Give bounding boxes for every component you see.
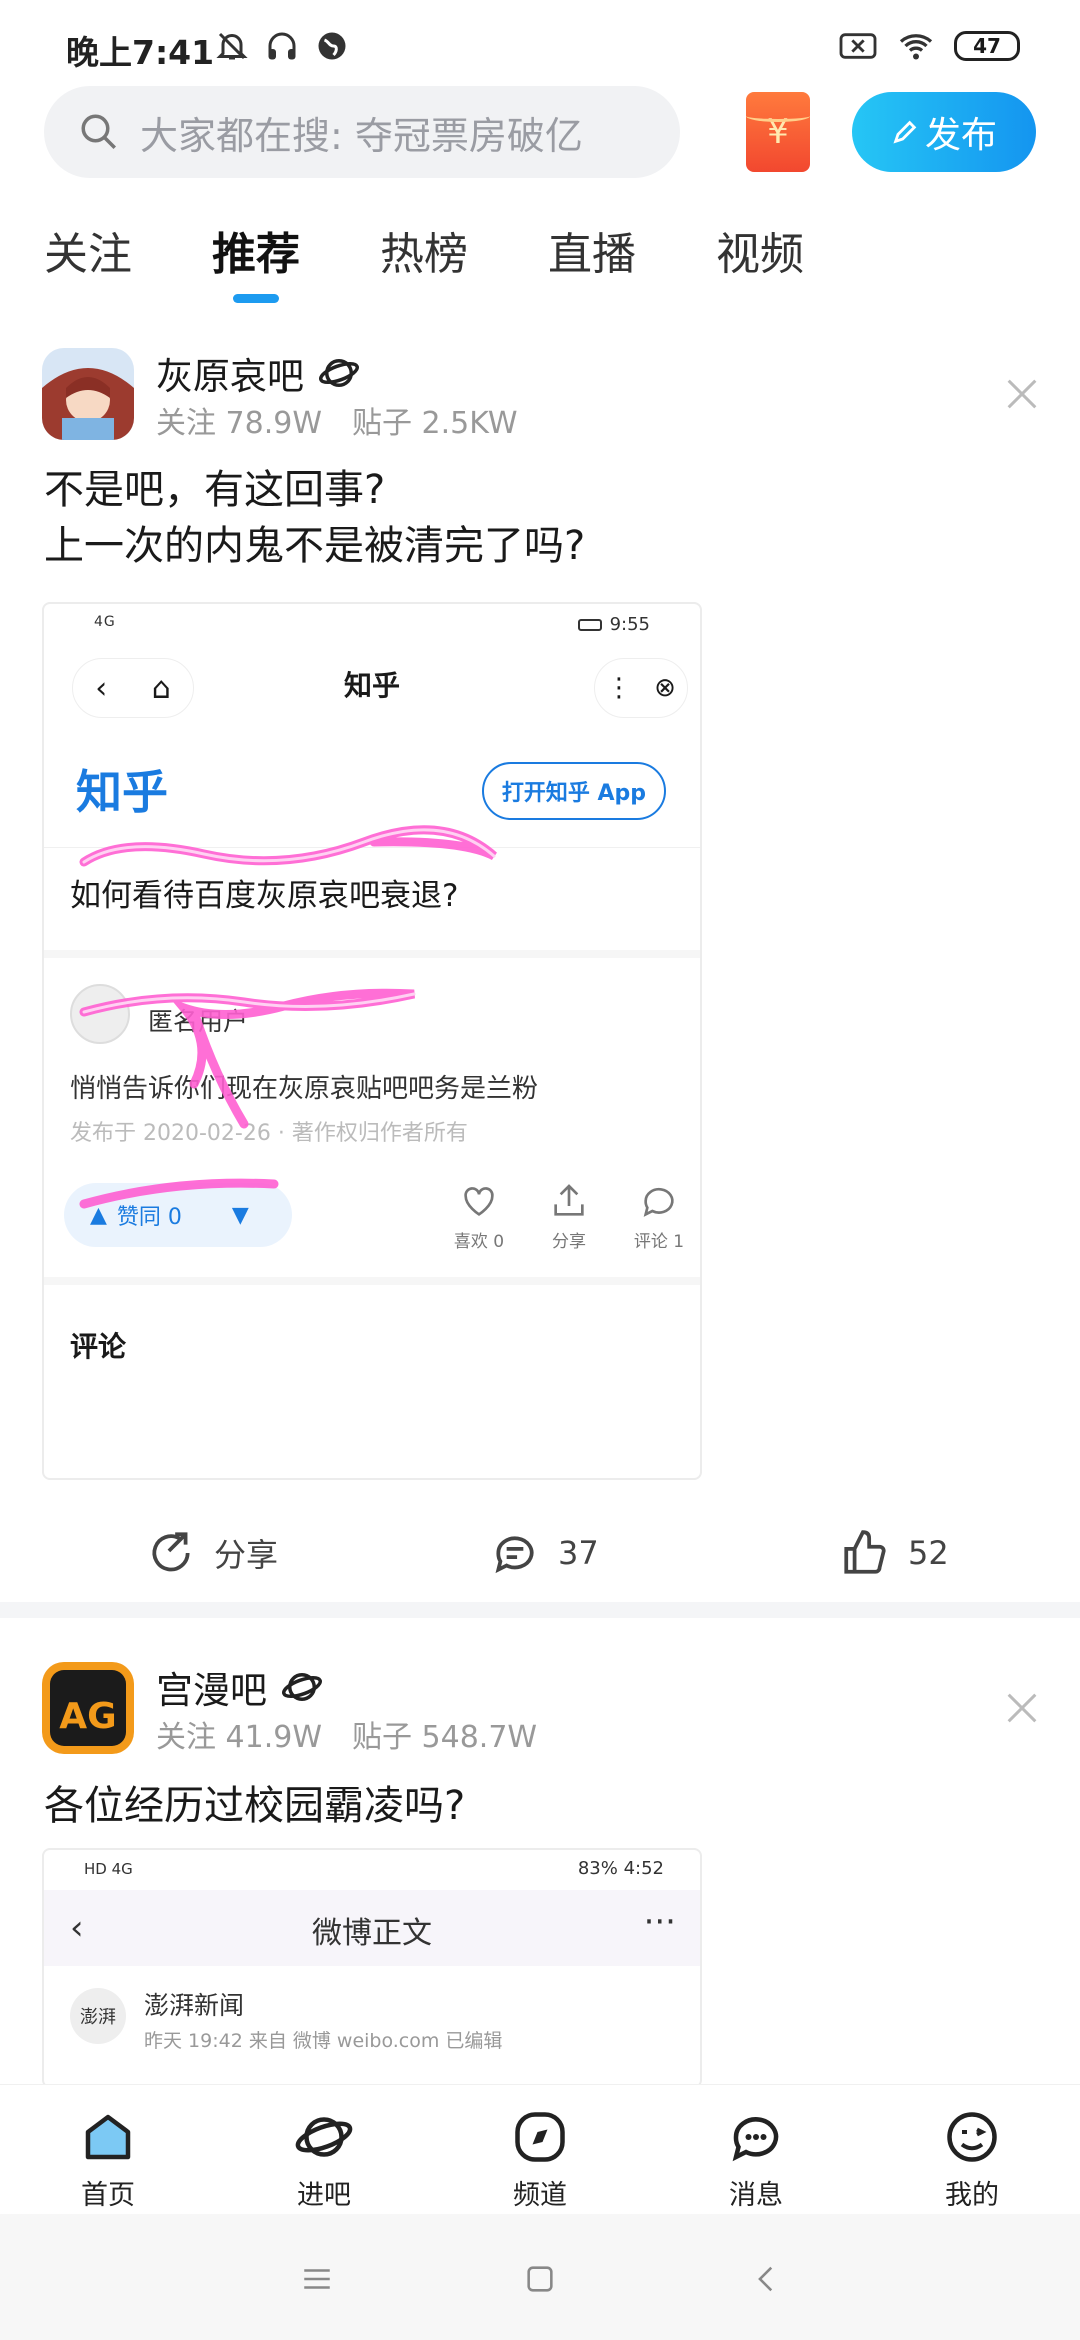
search-input[interactable]: 大家都在搜: 夺冠票房破亿 [44,86,680,178]
wifi-icon [899,34,933,60]
image-weibo-nav: ‹ 微博正文 ··· [44,1890,700,1966]
sim-off-icon [839,33,877,59]
status-icons-left [214,28,350,64]
pen-icon [893,120,917,144]
image-status-bar: HD 4G 83% 4:52 [84,1858,664,1879]
pink-scribble-overlay [79,825,497,1209]
tab-indicator [233,294,279,303]
post-image[interactable]: HD 4G 83% 4:52 ‹ 微博正文 ··· 澎湃 澎湃新闻 昨天 19:… [42,1848,702,2088]
nav-forums[interactable]: 进吧 [264,2107,384,2212]
bottom-nav: 首页 进吧 频道 消息 我的 [0,2084,1080,2214]
planet-icon [295,2117,353,2157]
post-title[interactable]: 各位经历过校园霸凌吗? [44,1778,465,1834]
tab-recommend[interactable]: 推荐 [212,218,300,303]
menu-icon[interactable] [300,2262,334,2296]
publish-button[interactable]: 发布 [852,92,1036,172]
tab-follow[interactable]: 关注 [44,218,132,282]
nav-home[interactable]: 首页 [48,2107,168,2212]
comment-icon [495,1536,534,1574]
status-bar: 晚上7:41 47 [0,0,1080,90]
post-image[interactable]: 4G 9:55 ‹ ⌂ 知乎 ⋮ ⊗ 知乎 打开知乎 App 如何看待百度灰原哀吧衰… [42,602,702,1480]
bell-muted-icon [216,32,248,60]
feed-divider [0,1602,1080,1618]
post-title[interactable]: 不是吧，有这回事? 上一次的内鬼不是被清完了吗? [44,462,585,574]
globe-icon [318,32,346,60]
nav-messages[interactable]: 消息 [696,2107,816,2212]
comment-button[interactable]: 37 [490,1528,599,1578]
svg-text:AG: AG [59,1696,116,1737]
home-icon [85,2114,131,2160]
forum-avatar[interactable]: AG [42,1662,134,1754]
planet-icon [319,359,359,387]
headphones-icon [268,32,296,60]
nav-channels[interactable]: 频道 [480,2107,600,2212]
close-icon[interactable] [1002,1688,1042,1728]
forum-stats: 关注 41.9W 贴子 548.7W [156,1720,538,1755]
status-icons-right: 47 [838,28,1020,64]
planet-icon [282,1673,322,1701]
forum-avatar[interactable] [42,348,134,440]
forum-name[interactable]: 宫漫吧 [156,1660,323,1714]
red-packet-button[interactable]: ¥ [746,92,810,172]
nav-profile[interactable]: 我的 [912,2107,1032,2212]
search-icon [81,114,116,149]
red-packet-flap [746,110,810,122]
share-icon [152,1532,190,1572]
tab-video[interactable]: 视频 [716,218,804,282]
post-action-bar: 分享 37 52 [0,1506,1080,1596]
message-icon [732,2117,779,2162]
feed-tabs: 关注 推荐 热榜 直播 视频 [44,218,884,303]
share-button[interactable]: 分享 [146,1528,278,1578]
forum-name[interactable]: 灰原哀吧 [156,346,360,400]
search-placeholder: 大家都在搜: 夺冠票房破亿 [140,113,583,158]
home-square-icon[interactable] [523,2262,557,2296]
publish-label: 发布 [924,115,997,156]
status-time: 晚上7:41 [66,33,215,72]
back-icon[interactable] [750,2262,784,2296]
thumbs-up-icon [844,1530,886,1574]
image-weibo-user: 澎湃 澎湃新闻 昨天 19:42 来自 微博 weibo.com 已编辑 [44,1966,700,2086]
forum-stats: 关注 78.9W 贴子 2.5KW [156,406,518,441]
close-icon[interactable] [1002,374,1042,414]
tab-live[interactable]: 直播 [548,218,636,282]
profile-face-icon [947,2112,997,2162]
system-nav-bar [0,2214,1080,2340]
battery-indicator: 47 [954,31,1020,61]
like-button[interactable]: 52 [840,1528,949,1578]
compass-icon [515,2112,565,2162]
tab-hot[interactable]: 热榜 [380,218,468,282]
